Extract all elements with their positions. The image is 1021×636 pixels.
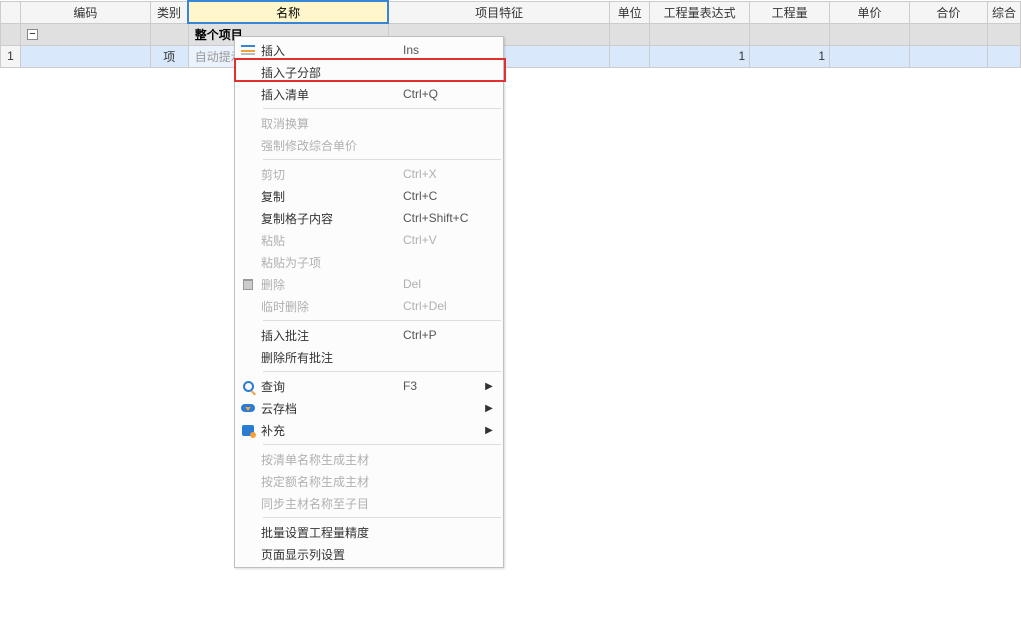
submenu-arrow-icon: ▶: [483, 425, 495, 436]
menu-item-shortcut: Ctrl+P: [403, 328, 483, 342]
menu-item[interactable]: 云存档 ▶: [235, 397, 503, 419]
menu-item: 取消换算: [235, 112, 503, 134]
menu-item-shortcut: Ctrl+C: [403, 189, 483, 203]
col-rownum[interactable]: [1, 1, 21, 23]
insert-icon: [235, 45, 261, 55]
menu-separator: [263, 108, 501, 109]
menu-item-label: 云存档: [261, 400, 403, 417]
col-category[interactable]: 类别: [150, 1, 188, 23]
context-menu[interactable]: 插入Ins插入子分部插入清单Ctrl+Q取消换算强制修改综合单价剪切Ctrl+X…: [234, 36, 504, 568]
menu-item-label: 按清单名称生成主材: [261, 451, 403, 468]
menu-separator: [263, 517, 501, 518]
menu-item: 剪切Ctrl+X: [235, 163, 503, 185]
menu-separator: [263, 444, 501, 445]
menu-item-label: 取消换算: [261, 115, 403, 132]
menu-item-label: 复制格子内容: [261, 210, 403, 227]
col-unit-price[interactable]: 单价: [830, 1, 910, 23]
col-qty[interactable]: 工程量: [750, 1, 830, 23]
menu-item-label: 查询: [261, 378, 403, 395]
submenu-arrow-icon: ▶: [483, 403, 495, 414]
menu-item[interactable]: 插入批注Ctrl+P: [235, 324, 503, 346]
menu-item-label: 临时删除: [261, 298, 403, 315]
menu-item-label: 强制修改综合单价: [261, 137, 403, 154]
menu-item: 粘贴Ctrl+V: [235, 229, 503, 251]
menu-item[interactable]: 插入Ins: [235, 39, 503, 61]
menu-item[interactable]: 批量设置工程量精度: [235, 521, 503, 543]
menu-item-label: 补充: [261, 422, 403, 439]
menu-item-label: 粘贴为子项: [261, 254, 403, 271]
submenu-arrow-icon: ▶: [483, 381, 495, 392]
menu-item[interactable]: 页面显示列设置: [235, 543, 503, 565]
menu-item-shortcut: Del: [403, 277, 483, 291]
menu-item-label: 删除所有批注: [261, 349, 403, 366]
table-row[interactable]: 1 项 自动提示 1 1: [1, 45, 1021, 67]
menu-item: 强制修改综合单价: [235, 134, 503, 156]
rownum-cell: 1: [1, 45, 21, 67]
menu-item-label: 粘贴: [261, 232, 403, 249]
col-qty-expr[interactable]: 工程量表达式: [650, 1, 750, 23]
menu-item: 同步主材名称至子目: [235, 492, 503, 514]
menu-item: 按定额名称生成主材: [235, 470, 503, 492]
search-icon: [235, 381, 261, 392]
menu-item: 粘贴为子项: [235, 251, 503, 273]
col-feature[interactable]: 项目特征: [388, 1, 610, 23]
menu-item-label: 页面显示列设置: [261, 546, 403, 563]
group-row[interactable]: − 整个项目: [1, 23, 1021, 45]
menu-item-label: 按定额名称生成主材: [261, 473, 403, 490]
menu-item[interactable]: 删除所有批注: [235, 346, 503, 368]
menu-item[interactable]: 插入子分部: [235, 61, 503, 83]
menu-item-shortcut: Ctrl+X: [403, 167, 483, 181]
menu-item[interactable]: 复制Ctrl+C: [235, 185, 503, 207]
menu-item-label: 插入清单: [261, 86, 403, 103]
menu-item-shortcut: Ctrl+Q: [403, 87, 483, 101]
col-code[interactable]: 编码: [20, 1, 150, 23]
menu-item-label: 删除: [261, 276, 403, 293]
menu-item-label: 复制: [261, 188, 403, 205]
menu-item: 按清单名称生成主材: [235, 448, 503, 470]
data-grid[interactable]: 编码 类别 名称 项目特征 单位 工程量表达式 工程量 单价 合价 综合 − 整…: [0, 0, 1021, 68]
menu-item-label: 剪切: [261, 166, 403, 183]
category-cell[interactable]: 项: [150, 45, 188, 67]
unit-price-cell[interactable]: [830, 45, 910, 67]
menu-item[interactable]: 查询F3▶: [235, 375, 503, 397]
menu-item-shortcut: Ctrl+V: [403, 233, 483, 247]
col-name[interactable]: 名称: [188, 1, 388, 23]
code-cell[interactable]: [20, 45, 150, 67]
menu-item-shortcut: Ctrl+Shift+C: [403, 211, 483, 225]
menu-separator: [263, 371, 501, 372]
menu-item[interactable]: 插入清单Ctrl+Q: [235, 83, 503, 105]
header-row: 编码 类别 名称 项目特征 单位 工程量表达式 工程量 单价 合价 综合: [1, 1, 1021, 23]
menu-item: 临时删除Ctrl+Del: [235, 295, 503, 317]
unit-cell[interactable]: [610, 45, 650, 67]
zonghe-cell[interactable]: [987, 45, 1020, 67]
cloud-icon: [235, 404, 261, 412]
menu-item-label: 批量设置工程量精度: [261, 524, 403, 541]
col-unit[interactable]: 单位: [610, 1, 650, 23]
col-total-price[interactable]: 合价: [909, 1, 987, 23]
qty-cell[interactable]: 1: [750, 45, 830, 67]
menu-item-label: 插入批注: [261, 327, 403, 344]
supplement-icon: [235, 425, 261, 436]
qty-expr-cell[interactable]: 1: [650, 45, 750, 67]
menu-item-label: 插入: [261, 42, 403, 59]
menu-item-shortcut: Ctrl+Del: [403, 299, 483, 313]
col-zonghe[interactable]: 综合: [987, 1, 1020, 23]
total-price-cell[interactable]: [909, 45, 987, 67]
menu-item-shortcut: F3: [403, 379, 483, 393]
trash-icon: [235, 279, 261, 290]
menu-item-label: 同步主材名称至子目: [261, 495, 403, 512]
menu-separator: [263, 159, 501, 160]
menu-item-shortcut: Ins: [403, 43, 483, 57]
tree-toggle-icon[interactable]: −: [27, 29, 38, 40]
menu-item: 删除Del: [235, 273, 503, 295]
menu-item-label: 插入子分部: [261, 64, 403, 81]
menu-item[interactable]: 补充 ▶: [235, 419, 503, 441]
menu-separator: [263, 320, 501, 321]
menu-item[interactable]: 复制格子内容Ctrl+Shift+C: [235, 207, 503, 229]
